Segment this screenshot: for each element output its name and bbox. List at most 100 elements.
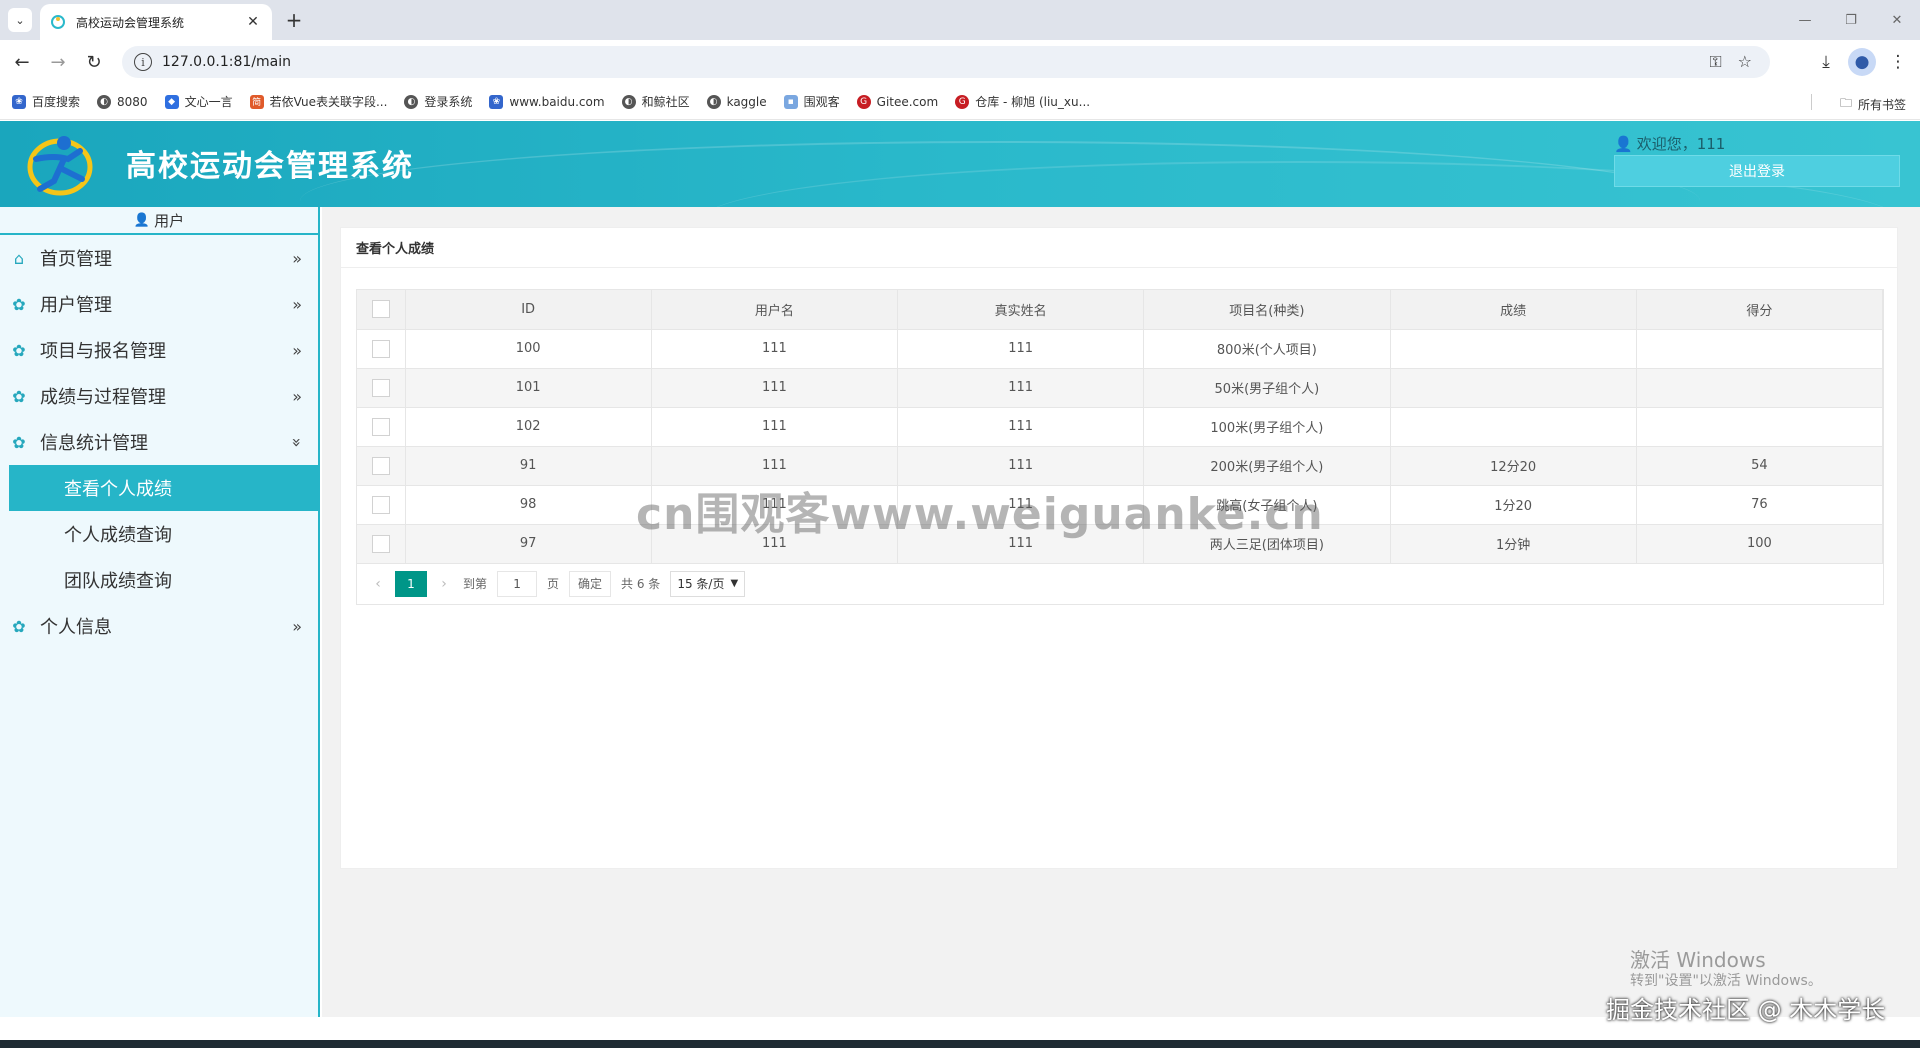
submenu-personal-score-query[interactable]: 个人成绩查询 <box>9 511 318 557</box>
bookmark-item[interactable]: ◐ kaggle <box>706 94 767 109</box>
column-header[interactable]: ID <box>405 290 652 330</box>
cell-id: 102 <box>405 407 652 447</box>
table-row[interactable]: 101 111 111 50米(男子组个人) <box>357 368 1884 408</box>
sidebar-item-projects[interactable]: ✿ 项目与报名管理 » <box>0 327 318 373</box>
sidebar-heading: 👤 用户 <box>0 207 318 235</box>
current-page-button[interactable]: 1 <box>395 570 427 597</box>
next-page-icon[interactable]: › <box>433 576 455 592</box>
double-chevron-down-icon: » <box>287 437 307 448</box>
site-watermark: cn围观客www.weiguanke.cn <box>636 489 1324 540</box>
goto-page-input[interactable]: 1 <box>497 570 538 597</box>
globe-icon: ◐ <box>97 94 112 109</box>
column-header[interactable]: 项目名(种类) <box>1143 290 1391 330</box>
gear-icon: ✿ <box>12 616 26 636</box>
column-header[interactable]: 用户名 <box>651 290 899 330</box>
scores-panel: 查看个人成绩 ID 用户名 真实姓名 项目名(种类) 成绩 得分 100 111… <box>340 227 1898 869</box>
close-window-icon[interactable]: ✕ <box>1874 0 1920 40</box>
panel-title: 查看个人成绩 <box>341 228 1897 268</box>
site-info-icon[interactable]: i <box>134 53 152 71</box>
bookmarks-divider <box>1811 94 1812 110</box>
password-key-icon[interactable]: ⚿ <box>1709 52 1721 72</box>
profile-avatar-icon[interactable]: ● <box>1848 48 1876 76</box>
bookmark-star-icon[interactable]: ☆ <box>1738 52 1752 72</box>
table-row[interactable]: 102 111 111 100米(男子组个人) <box>357 407 1884 447</box>
taskbar <box>0 1040 1920 1048</box>
cell-points <box>1636 368 1884 408</box>
tab-search-chevron-icon[interactable]: ⌄ <box>8 8 32 32</box>
page-size-value: 15 条/页 <box>677 577 725 591</box>
prev-page-icon[interactable]: ‹ <box>367 576 389 592</box>
forward-icon[interactable]: → <box>44 48 72 76</box>
select-all-checkbox[interactable] <box>371 300 390 319</box>
row-checkbox[interactable] <box>371 495 390 514</box>
row-checkbox[interactable] <box>371 378 390 397</box>
column-header[interactable]: 得分 <box>1636 290 1884 330</box>
sidebar-item-profile[interactable]: ✿ 个人信息 » <box>0 603 318 649</box>
cell-id: 97 <box>405 524 652 564</box>
bookmark-item[interactable]: G Gitee.com <box>856 94 938 109</box>
cell-result <box>1390 368 1637 408</box>
logout-button[interactable]: 退出登录 <box>1614 155 1900 187</box>
all-bookmarks[interactable]: 🗀 所有书签 <box>1840 94 1906 115</box>
jian-icon: 简 <box>249 94 264 109</box>
bookmark-item[interactable]: ❀ www.baidu.com <box>489 94 605 109</box>
bookmark-item[interactable]: ◐ 8080 <box>97 94 148 109</box>
more-menu-icon[interactable]: ⋮ <box>1884 48 1912 76</box>
tab-close-icon[interactable]: ✕ <box>244 14 262 30</box>
total-count: 共 6 条 <box>621 577 661 591</box>
menu-label: 项目与报名管理 <box>40 341 166 362</box>
goto-confirm-button[interactable]: 确定 <box>569 570 612 597</box>
double-chevron-right-icon: » <box>292 617 302 636</box>
cell-id: 91 <box>405 446 652 486</box>
tab-title: 高校运动会管理系统 <box>76 15 185 30</box>
row-checkbox[interactable] <box>371 417 390 436</box>
table-row[interactable]: 100 111 111 800米(个人项目) <box>357 329 1884 369</box>
cell-result <box>1390 407 1637 447</box>
bookmark-item[interactable]: ▪ 围观客 <box>783 93 840 110</box>
bookmark-item[interactable]: G 仓库 - 柳旭 (liu_xu... <box>955 93 1090 110</box>
back-icon[interactable]: ← <box>8 48 36 76</box>
cell-username: 111 <box>651 407 899 447</box>
bookmark-item[interactable]: ◐ 登录系统 <box>404 93 472 110</box>
bookmark-item[interactable]: ◐ 和鲸社区 <box>621 93 690 110</box>
sidebar: 👤 用户 ⌂ 首页管理 » ✿ 用户管理 » ✿ 项目与报名管理 » ✿ 成绩与… <box>0 207 320 1017</box>
browser-tab[interactable]: 高校运动会管理系统 ✕ <box>40 4 272 40</box>
menu-label: 个人信息 <box>40 617 112 638</box>
bookmark-item[interactable]: ◆ 文心一言 <box>164 93 233 110</box>
cell-event: 100米(男子组个人) <box>1143 407 1391 447</box>
column-header[interactable]: 成绩 <box>1390 290 1637 330</box>
reload-icon[interactable]: ↻ <box>80 48 108 76</box>
home-icon: ⌂ <box>13 248 25 268</box>
gear-icon: ✿ <box>12 294 26 314</box>
download-icon[interactable]: ⤓ <box>1812 48 1840 76</box>
bookmark-label: 百度搜索 <box>32 95 81 109</box>
cell-realname: 111 <box>897 368 1145 408</box>
cell-points: 54 <box>1636 446 1884 486</box>
submenu-team-score-query[interactable]: 团队成绩查询 <box>9 557 318 603</box>
welcome-label: 欢迎您，111 <box>1636 135 1726 153</box>
column-header[interactable]: 真实姓名 <box>897 290 1145 330</box>
url-field[interactable]: i 127.0.0.1:81/main ⚿ ☆ <box>122 46 1770 78</box>
bookmark-item[interactable]: ❀ 百度搜索 <box>12 93 80 110</box>
new-tab-icon[interactable]: + <box>280 6 308 34</box>
goto-label: 到第 <box>463 577 488 591</box>
minimize-icon[interactable]: — <box>1782 0 1828 40</box>
sidebar-item-home[interactable]: ⌂ 首页管理 » <box>0 235 318 281</box>
window-controls: — ❐ ✕ <box>1782 0 1920 40</box>
sidebar-item-statistics[interactable]: ✿ 信息统计管理 » <box>0 419 318 465</box>
gitee-icon: G <box>955 94 970 109</box>
row-checkbox[interactable] <box>371 456 390 475</box>
restore-icon[interactable]: ❐ <box>1828 0 1874 40</box>
cell-id: 101 <box>405 368 652 408</box>
bookmark-label: 围观客 <box>803 95 840 109</box>
bookmark-item[interactable]: 简若依Vue表关联字段... <box>249 93 387 110</box>
globe-icon: ◐ <box>706 94 721 109</box>
sidebar-item-scores[interactable]: ✿ 成绩与过程管理 » <box>0 373 318 419</box>
sidebar-item-users[interactable]: ✿ 用户管理 » <box>0 281 318 327</box>
row-checkbox[interactable] <box>371 339 390 358</box>
page-size-select[interactable]: 15 条/页 ▼ <box>670 570 746 597</box>
row-checkbox[interactable] <box>371 534 390 553</box>
bookmark-label: www.baidu.com <box>509 94 605 109</box>
menu-label: 首页管理 <box>40 249 112 270</box>
submenu-view-personal-scores[interactable]: 查看个人成绩 <box>9 465 318 511</box>
